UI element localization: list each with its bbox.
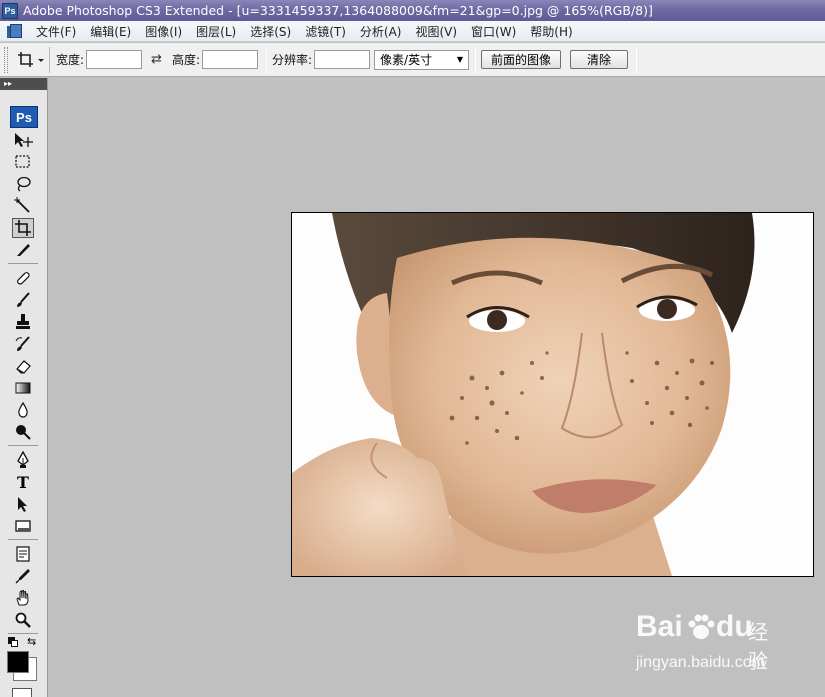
menu-layer[interactable]: 图层(L) [189,23,243,40]
healing-tool[interactable] [12,268,34,288]
options-separator [636,46,638,73]
menu-image[interactable]: 图像(I) [138,23,189,40]
toolbox-divider [8,263,38,264]
magic-wand-tool[interactable] [12,196,34,216]
toolbox-divider [8,633,38,634]
slice-tool[interactable] [12,240,34,260]
history-brush-tool[interactable] [12,334,34,354]
menu-select[interactable]: 选择(S) [243,23,298,40]
pen-icon [17,451,29,468]
eraser-icon [16,360,31,374]
height-input[interactable] [202,50,258,69]
type-tool[interactable]: T [12,472,34,492]
pen-tool[interactable] [12,450,34,470]
menu-analysis[interactable]: 分析(A) [353,23,409,40]
menu-edit[interactable]: 编辑(E) [83,23,138,40]
resolution-input[interactable] [314,50,371,69]
window-title: Adobe Photoshop CS3 Extended - [u=333145… [23,3,653,18]
blur-icon [18,401,28,418]
options-separator [266,46,267,73]
magic-wand-icon [14,197,30,213]
menu-help[interactable]: 帮助(H) [523,23,579,40]
gradient-tool[interactable] [12,378,34,398]
watermark-url: jingyan.baidu.com [636,654,765,671]
photoshop-badge[interactable]: Ps [10,106,38,128]
eyedropper-tool[interactable] [12,566,34,586]
path-select-tool[interactable] [12,494,34,514]
toolbox-divider [8,445,38,446]
shape-icon [15,520,31,532]
foreground-color-swatch[interactable] [7,651,29,673]
move-tool[interactable] [12,130,34,150]
baidu-watermark: Bai du 经验 jingyan.baidu.com [636,610,786,680]
options-separator [475,46,477,73]
resolution-label: 分辨率: [272,53,313,67]
eraser-tool[interactable] [12,356,34,376]
paw-icon [686,612,716,642]
resolution-unit-value: 像素/英寸 [380,53,433,67]
type-icon: T [17,472,29,492]
toolbox-header[interactable]: ▸▸ [0,78,47,90]
menu-window[interactable]: 窗口(W) [464,23,523,40]
front-image-button[interactable]: 前面的图像 [481,50,562,69]
dodge-tool[interactable] [12,422,34,442]
hand-icon [16,589,29,606]
default-colors-icon[interactable] [8,637,18,647]
toolbox-panel: ▸▸ Ps T ⇆ [0,78,48,697]
zoom-tool[interactable] [12,610,34,630]
crop-icon [17,51,44,67]
notes-tool[interactable] [12,544,34,564]
slice-icon [17,244,30,256]
history-brush-icon [15,336,30,351]
healing-icon [17,272,30,285]
menu-file[interactable]: 文件(F) [29,23,83,40]
stamp-tool[interactable] [12,312,34,332]
marquee-tool[interactable] [12,152,34,172]
dodge-icon [16,425,31,440]
menu-bar: 文件(F) 编辑(E) 图像(I) 图层(L) 选择(S) 滤镜(T) 分析(A… [0,21,825,42]
swap-dimensions-icon[interactable]: ⇄ [151,52,162,67]
brush-tool[interactable] [12,290,34,310]
lasso-icon [17,176,31,192]
menu-view[interactable]: 视图(V) [408,23,464,40]
swap-colors-icon[interactable]: ⇆ [27,635,36,648]
options-bar: 宽度: ⇄ 高度: 分辨率: 像素/英寸 ▼ 前面的图像 清除 [0,43,825,77]
lasso-tool[interactable] [12,174,34,194]
path-select-icon [18,497,27,512]
notes-icon [16,546,30,562]
width-input[interactable] [86,50,143,69]
crop-icon [15,220,31,236]
quick-mask-icon[interactable] [12,688,32,697]
document-icon[interactable] [7,24,22,38]
marquee-icon [15,155,30,168]
move-icon [15,133,33,147]
photoshop-app-icon[interactable]: Ps [2,2,18,19]
chevron-down-icon: ▼ [456,55,464,64]
watermark-brand: Bai [636,610,683,643]
menu-filter[interactable]: 滤镜(T) [298,23,353,40]
title-bar: Ps Adobe Photoshop CS3 Extended - [u=333… [0,0,825,21]
options-bar-grip[interactable] [4,46,8,73]
blur-tool[interactable] [12,400,34,420]
portrait-image [292,213,813,576]
height-label: 高度: [171,53,200,67]
tool-preset-picker[interactable] [12,46,50,73]
eyedropper-icon [15,569,30,584]
stamp-icon [16,314,30,329]
zoom-icon [15,612,31,628]
toolbox-divider [8,539,38,540]
width-label: 宽度: [56,53,85,67]
expand-icon[interactable]: ▸▸ [4,78,12,90]
hand-tool[interactable] [12,588,34,608]
shape-tool[interactable] [12,516,34,536]
resolution-unit-select[interactable]: 像素/英寸 ▼ [374,49,470,70]
brush-icon [17,292,30,307]
crop-tool[interactable] [12,218,34,238]
gradient-icon [15,382,31,394]
document-canvas[interactable] [291,212,814,577]
clear-button[interactable]: 清除 [570,50,629,69]
